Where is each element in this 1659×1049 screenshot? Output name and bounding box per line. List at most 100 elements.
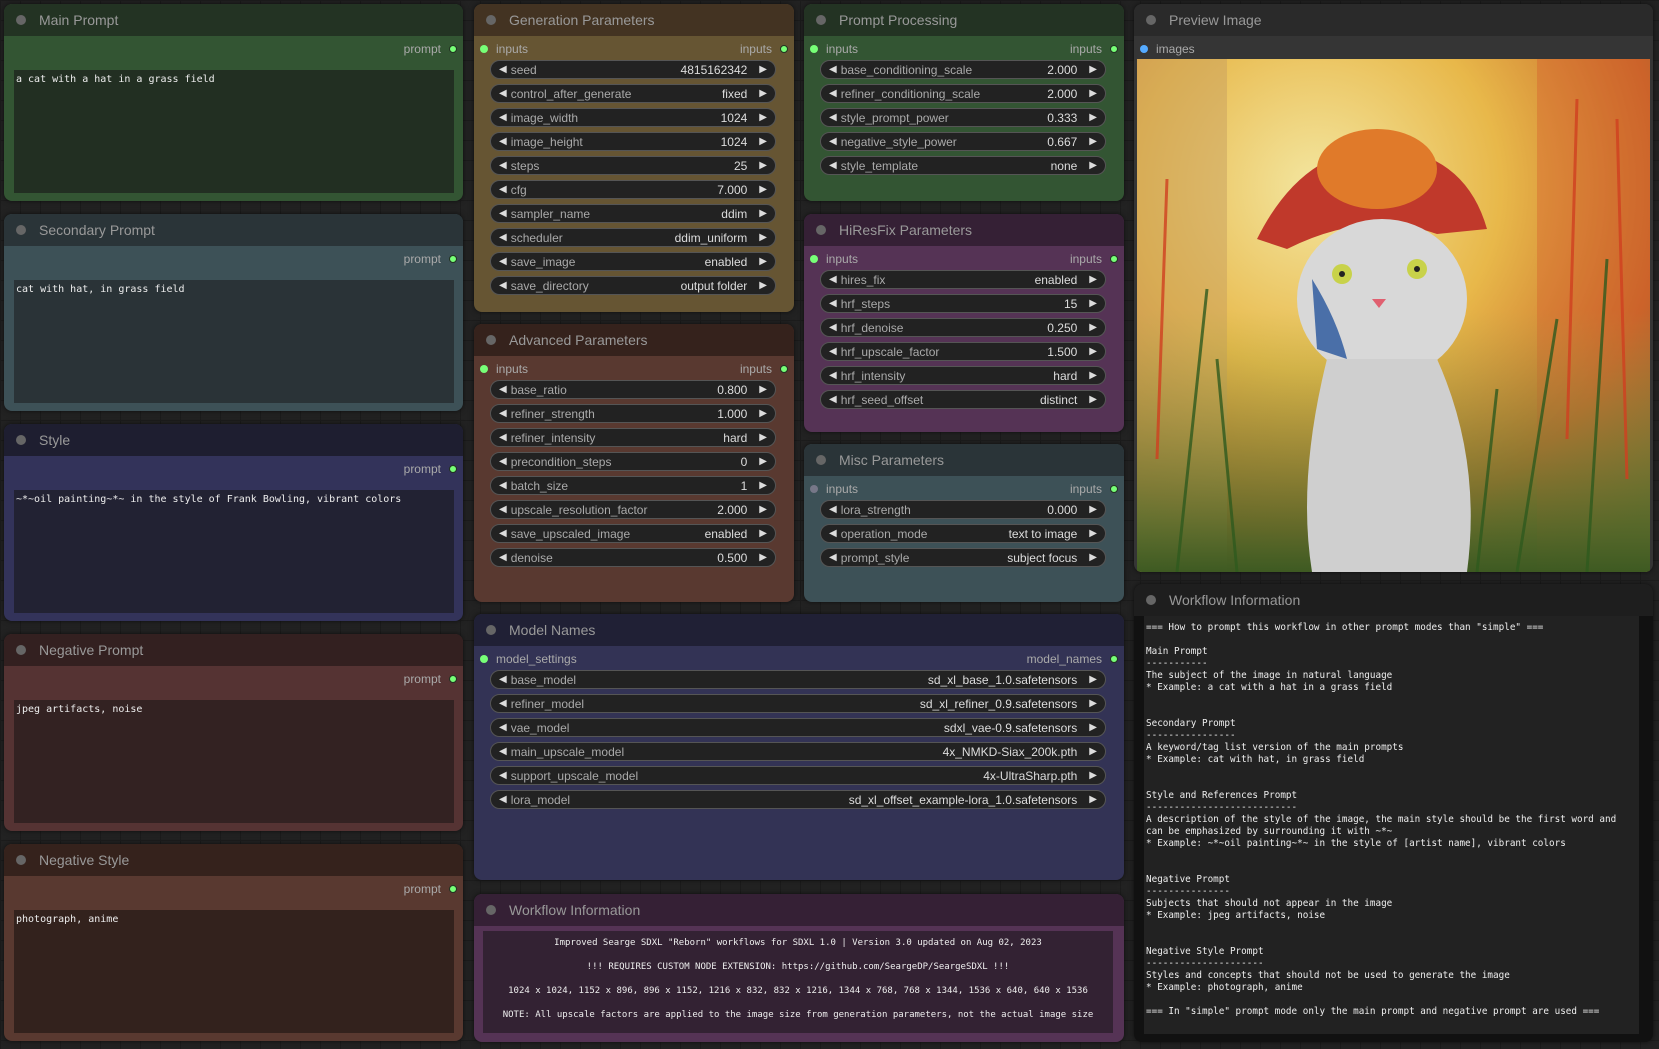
node-title[interactable]: Workflow Information xyxy=(1134,584,1653,616)
decrement-arrow-icon[interactable]: ◀ xyxy=(829,160,837,171)
decrement-arrow-icon[interactable]: ◀ xyxy=(829,136,837,147)
decrement-arrow-icon[interactable]: ◀ xyxy=(829,552,837,563)
decrement-arrow-icon[interactable]: ◀ xyxy=(499,280,507,291)
node-title[interactable]: Preview Image xyxy=(1134,4,1653,36)
node-title[interactable]: Secondary Prompt xyxy=(4,214,463,246)
increment-arrow-icon[interactable]: ▶ xyxy=(759,504,767,515)
node-title[interactable]: Advanced Parameters xyxy=(474,324,794,356)
decrement-arrow-icon[interactable]: ◀ xyxy=(499,432,507,443)
preview-image-node[interactable]: Preview Image images xyxy=(1134,4,1653,572)
decrement-arrow-icon[interactable]: ◀ xyxy=(499,746,507,757)
input-slot[interactable] xyxy=(480,45,488,53)
prompt-textarea[interactable]: photograph, anime xyxy=(14,910,454,1033)
output-slot[interactable] xyxy=(1110,45,1118,53)
node-title[interactable]: HiResFix Parameters xyxy=(804,214,1124,246)
decrement-arrow-icon[interactable]: ◀ xyxy=(499,64,507,75)
collapse-dot-icon[interactable] xyxy=(486,335,496,345)
decrement-arrow-icon[interactable]: ◀ xyxy=(829,64,837,75)
decrement-arrow-icon[interactable]: ◀ xyxy=(499,136,507,147)
prompt-textarea[interactable]: jpeg artifacts, noise xyxy=(14,700,454,823)
model-names-node[interactable]: Model Names model_settings model_names ◀ bas… xyxy=(474,614,1124,880)
increment-arrow-icon[interactable]: ▶ xyxy=(1089,322,1097,333)
increment-arrow-icon[interactable]: ▶ xyxy=(759,136,767,147)
widget-precondition-steps[interactable]: ◀ precondition_steps 0 ▶ xyxy=(490,452,776,471)
increment-arrow-icon[interactable]: ▶ xyxy=(1089,136,1097,147)
decrement-arrow-icon[interactable]: ◀ xyxy=(499,480,507,491)
widget-main-upscale-model[interactable]: ◀ main_upscale_model 4x_NMKD-Siax_200k.pth… xyxy=(490,742,1106,761)
increment-arrow-icon[interactable]: ▶ xyxy=(1089,504,1097,515)
decrement-arrow-icon[interactable]: ◀ xyxy=(829,394,837,405)
increment-arrow-icon[interactable]: ▶ xyxy=(759,456,767,467)
decrement-arrow-icon[interactable]: ◀ xyxy=(499,208,507,219)
widget-vae-model[interactable]: ◀ vae_model sdxl_vae-0.9.safetensors ▶ xyxy=(490,718,1106,737)
hiresfix-parameters-node[interactable]: HiResFix Parameters inputs inputs ◀ hires_fi… xyxy=(804,214,1124,432)
input-slot[interactable] xyxy=(810,45,818,53)
decrement-arrow-icon[interactable]: ◀ xyxy=(499,408,507,419)
collapse-dot-icon[interactable] xyxy=(1146,595,1156,605)
collapse-dot-icon[interactable] xyxy=(16,435,26,445)
widget-image-width[interactable]: ◀ image_width 1024 ▶ xyxy=(490,108,776,127)
increment-arrow-icon[interactable]: ▶ xyxy=(759,256,767,267)
increment-arrow-icon[interactable]: ▶ xyxy=(1089,64,1097,75)
decrement-arrow-icon[interactable]: ◀ xyxy=(829,528,837,539)
increment-arrow-icon[interactable]: ▶ xyxy=(759,480,767,491)
node-title[interactable]: Misc Parameters xyxy=(804,444,1124,476)
collapse-dot-icon[interactable] xyxy=(16,225,26,235)
increment-arrow-icon[interactable]: ▶ xyxy=(759,384,767,395)
widget-save-upscaled-image[interactable]: ◀ save_upscaled_image enabled ▶ xyxy=(490,524,776,543)
workflow-information-node[interactable]: Workflow Information Improved Searge SDX… xyxy=(474,894,1124,1042)
increment-arrow-icon[interactable]: ▶ xyxy=(1089,346,1097,357)
output-slot[interactable] xyxy=(449,45,457,53)
collapse-dot-icon[interactable] xyxy=(16,855,26,865)
increment-arrow-icon[interactable]: ▶ xyxy=(759,280,767,291)
collapse-dot-icon[interactable] xyxy=(486,15,496,25)
widget-style-prompt-power[interactable]: ◀ style_prompt_power 0.333 ▶ xyxy=(820,108,1106,127)
increment-arrow-icon[interactable]: ▶ xyxy=(1089,394,1097,405)
collapse-dot-icon[interactable] xyxy=(486,625,496,635)
widget-hires-fix[interactable]: ◀ hires_fix enabled ▶ xyxy=(820,270,1106,289)
widget-refiner-intensity[interactable]: ◀ refiner_intensity hard ▶ xyxy=(490,428,776,447)
input-slot[interactable] xyxy=(480,655,488,663)
increment-arrow-icon[interactable]: ▶ xyxy=(1089,298,1097,309)
collapse-dot-icon[interactable] xyxy=(816,15,826,25)
decrement-arrow-icon[interactable]: ◀ xyxy=(499,504,507,515)
decrement-arrow-icon[interactable]: ◀ xyxy=(499,232,507,243)
increment-arrow-icon[interactable]: ▶ xyxy=(1089,722,1097,733)
widget-style-template[interactable]: ◀ style_template none ▶ xyxy=(820,156,1106,175)
main-prompt-node[interactable]: Main Prompt prompt a cat with a hat in a… xyxy=(4,4,463,201)
input-slot[interactable] xyxy=(480,365,488,373)
output-slot[interactable] xyxy=(780,365,788,373)
increment-arrow-icon[interactable]: ▶ xyxy=(759,160,767,171)
node-title[interactable]: Model Names xyxy=(474,614,1124,646)
increment-arrow-icon[interactable]: ▶ xyxy=(759,432,767,443)
decrement-arrow-icon[interactable]: ◀ xyxy=(829,274,837,285)
widget-save-directory[interactable]: ◀ save_directory output folder ▶ xyxy=(490,276,776,295)
increment-arrow-icon[interactable]: ▶ xyxy=(1089,794,1097,805)
decrement-arrow-icon[interactable]: ◀ xyxy=(499,552,507,563)
decrement-arrow-icon[interactable]: ◀ xyxy=(829,504,837,515)
output-slot[interactable] xyxy=(449,465,457,473)
increment-arrow-icon[interactable]: ▶ xyxy=(759,528,767,539)
widget-batch-size[interactable]: ◀ batch_size 1 ▶ xyxy=(490,476,776,495)
increment-arrow-icon[interactable]: ▶ xyxy=(759,552,767,563)
decrement-arrow-icon[interactable]: ◀ xyxy=(499,88,507,99)
decrement-arrow-icon[interactable]: ◀ xyxy=(499,456,507,467)
widget-refiner-model[interactable]: ◀ refiner_model sd_xl_refiner_0.9.safetens… xyxy=(490,694,1106,713)
style-node[interactable]: Style prompt ~*~oil painting~*~ in the s… xyxy=(4,424,463,621)
widget-operation-mode[interactable]: ◀ operation_mode text to image ▶ xyxy=(820,524,1106,543)
increment-arrow-icon[interactable]: ▶ xyxy=(1089,552,1097,563)
negative-style-node[interactable]: Negative Style prompt photograph, anime xyxy=(4,844,463,1041)
generation-parameters-node[interactable]: Generation Parameters inputs inputs ◀ seed 48… xyxy=(474,4,794,312)
input-slot[interactable] xyxy=(810,485,818,493)
increment-arrow-icon[interactable]: ▶ xyxy=(759,88,767,99)
widget-hrf-steps[interactable]: ◀ hrf_steps 15 ▶ xyxy=(820,294,1106,313)
decrement-arrow-icon[interactable]: ◀ xyxy=(829,112,837,123)
widget-seed[interactable]: ◀ seed 4815162342 ▶ xyxy=(490,60,776,79)
increment-arrow-icon[interactable]: ▶ xyxy=(1089,674,1097,685)
widget-lora-strength[interactable]: ◀ lora_strength 0.000 ▶ xyxy=(820,500,1106,519)
decrement-arrow-icon[interactable]: ◀ xyxy=(499,384,507,395)
workflow-info-textarea[interactable]: Improved Searge SDXL "Reborn" workflows … xyxy=(483,931,1113,1033)
output-slot[interactable] xyxy=(780,45,788,53)
increment-arrow-icon[interactable]: ▶ xyxy=(759,184,767,195)
widget-refiner-conditioning-scale[interactable]: ◀ refiner_conditioning_scale 2.000 ▶ xyxy=(820,84,1106,103)
